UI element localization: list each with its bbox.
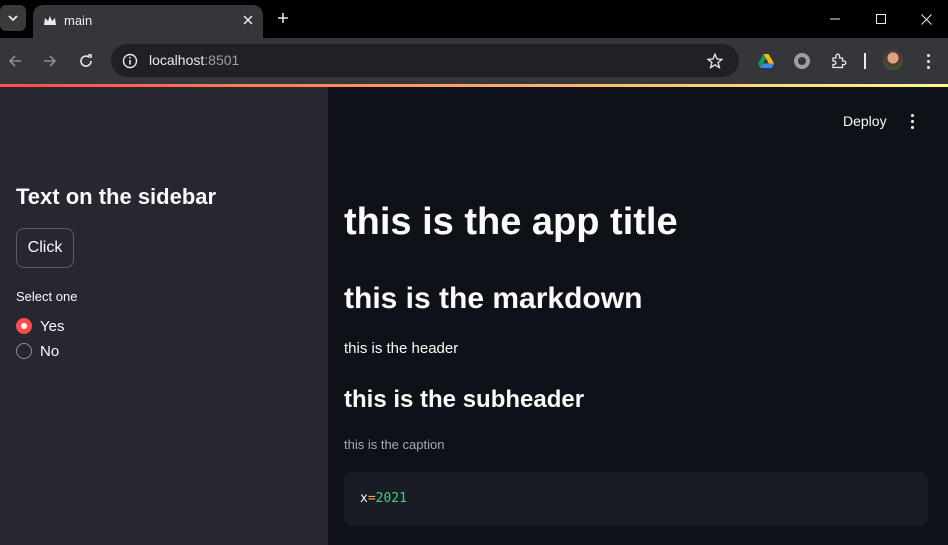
arrow-right-icon (44, 55, 57, 67)
back-button[interactable] (4, 50, 26, 72)
new-tab-button[interactable] (272, 7, 294, 29)
dot-icon (926, 59, 930, 63)
minimize-button[interactable] (824, 8, 846, 30)
minimize-icon (830, 18, 840, 20)
profile-avatar[interactable] (883, 50, 903, 70)
toolbar-separator (864, 53, 866, 69)
header-text: this is the header (344, 340, 459, 357)
url-text: localhost:8501 (149, 52, 239, 68)
arrow-left-icon (8, 55, 21, 67)
radio-selected-icon (16, 318, 32, 334)
forward-button[interactable] (39, 50, 61, 72)
sidebar: Text on the sidebar Click Select one Yes… (0, 87, 328, 545)
code-block: x=2021 (344, 472, 928, 526)
record-extension-button[interactable] (792, 51, 812, 71)
browser-toolbar: localhost:8501 (0, 38, 948, 84)
record-icon (794, 53, 810, 69)
chevron-down-icon (8, 15, 18, 22)
radio-option-yes[interactable]: Yes (16, 316, 64, 336)
radio-group-label: Select one (16, 289, 78, 304)
dot-icon (910, 119, 914, 123)
app-title: this is the app title (344, 201, 678, 243)
reload-icon (80, 54, 92, 67)
code-variable: x (360, 491, 368, 506)
google-drive-icon (758, 54, 774, 68)
address-bar[interactable]: localhost:8501 (111, 44, 739, 77)
caption: this is the caption (344, 437, 445, 452)
radio-unselected-icon (16, 343, 32, 359)
star-icon (707, 53, 723, 69)
subheader: this is the subheader (344, 386, 585, 413)
extensions-button[interactable] (829, 51, 849, 71)
dot-icon (910, 113, 914, 117)
maximize-button[interactable] (870, 8, 892, 30)
dot-icon (926, 65, 930, 69)
markdown-heading: this is the markdown (344, 282, 643, 315)
close-icon (920, 13, 932, 25)
puzzle-icon (832, 53, 847, 69)
code-line: x=2021 (360, 491, 407, 506)
tab-close-button[interactable] (239, 11, 257, 29)
reload-button[interactable] (75, 50, 97, 72)
click-button[interactable]: Click (16, 228, 74, 268)
info-icon (122, 53, 138, 69)
streamlit-crown-icon (44, 16, 56, 25)
plus-icon (278, 13, 288, 23)
window-close-button[interactable] (915, 8, 937, 30)
code-operator: = (367, 491, 376, 506)
url-port: :8501 (204, 52, 240, 68)
radio-option-label: No (40, 342, 60, 360)
tab-title: main (64, 13, 93, 28)
site-info-button[interactable] (121, 52, 139, 70)
tab-search-button[interactable] (0, 5, 26, 31)
browser-tab-bar: main (0, 0, 948, 38)
sidebar-title: Text on the sidebar (16, 184, 217, 209)
dot-icon (926, 53, 930, 57)
maximize-icon (876, 14, 886, 24)
browser-tab[interactable]: main (33, 5, 263, 38)
google-drive-extension-button[interactable] (756, 51, 776, 71)
main-menu-button[interactable] (905, 112, 919, 130)
browser-menu-button[interactable] (920, 50, 936, 72)
bookmark-button[interactable] (705, 51, 725, 71)
radio-option-label: Yes (40, 317, 65, 335)
dot-icon (910, 125, 914, 129)
close-icon (243, 15, 253, 25)
deploy-button[interactable]: Deploy (843, 113, 887, 129)
url-host: localhost (149, 52, 205, 68)
radio-option-no[interactable]: No (16, 341, 59, 361)
code-number: 2021 (375, 491, 407, 506)
